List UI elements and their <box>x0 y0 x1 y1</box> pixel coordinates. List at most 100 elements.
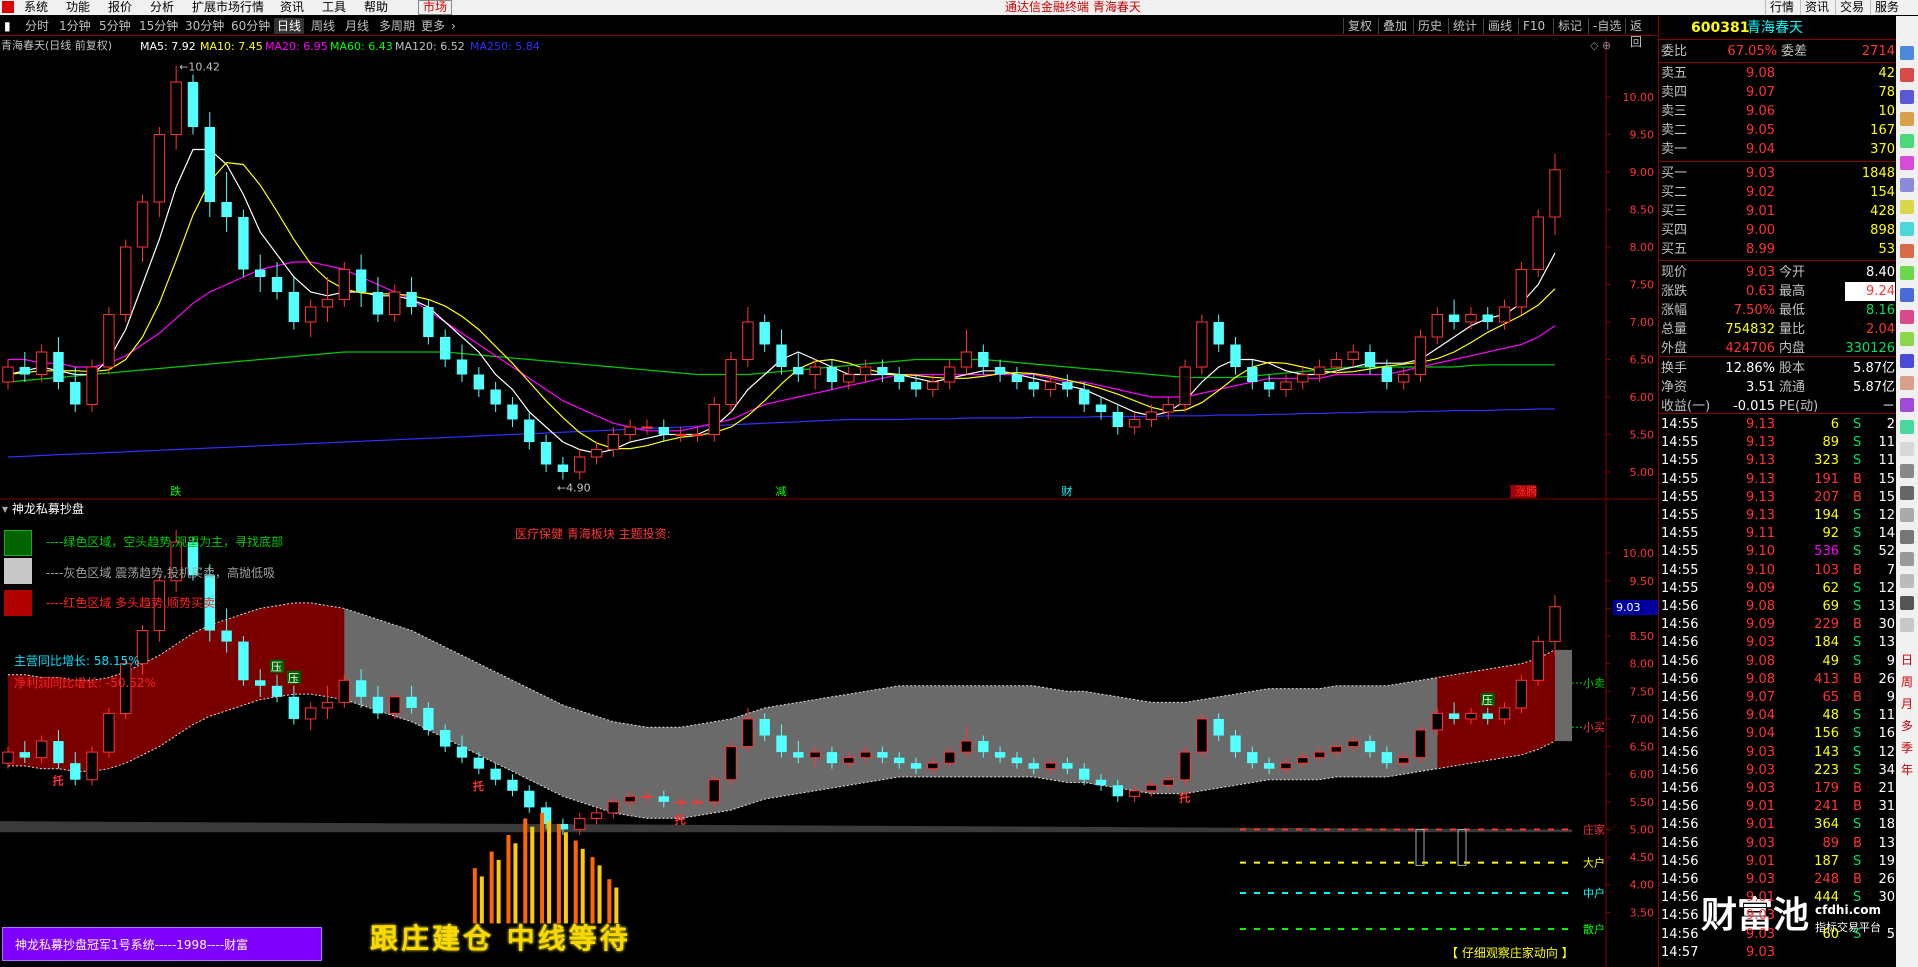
sidebar-stats-icon[interactable] <box>1900 178 1914 192</box>
menu-market[interactable]: 市场 <box>418 0 453 15</box>
tool-back[interactable]: 返回 <box>1625 18 1657 49</box>
indicator-candle <box>1196 713 1208 758</box>
period-more[interactable]: 更多 <box>418 18 448 34</box>
sell-level-row[interactable]: 卖一 9.04 370 <box>1659 140 1897 159</box>
candle <box>1062 374 1073 397</box>
menu-right-service[interactable]: 服务 <box>1870 0 1903 15</box>
stock-name[interactable]: 青海春天 <box>1747 20 1803 36</box>
menu-system[interactable]: 系统 <box>20 0 52 15</box>
tick-time: 14:55 <box>1661 417 1699 432</box>
sidebar-extra3-icon[interactable] <box>1900 530 1914 544</box>
sidebar-extra5-icon[interactable] <box>1900 574 1914 588</box>
sidebar-chart-icon[interactable] <box>1900 46 1914 60</box>
sidebar-alert-icon[interactable] <box>1900 244 1914 258</box>
sell-level-row[interactable]: 卖二 9.05 167 <box>1659 121 1897 140</box>
sidebar-help-icon[interactable] <box>1900 420 1914 434</box>
buy-level-row[interactable]: 买一 9.03 1848 <box>1659 164 1897 183</box>
tick-count: 18 <box>1878 817 1895 833</box>
sidebar-compare-icon[interactable] <box>1900 156 1914 170</box>
tool-history[interactable]: 历史 <box>1413 18 1446 34</box>
sidebar-refresh-icon[interactable] <box>1900 332 1914 346</box>
sidebar-extra2-icon[interactable] <box>1900 508 1914 522</box>
tool-draw[interactable]: 画线 <box>1483 18 1516 34</box>
sell-level-row[interactable]: 卖五 9.08 42 <box>1659 64 1897 83</box>
menu-right-quote[interactable]: 行情 <box>1765 0 1798 15</box>
period-15min[interactable]: 15分钟 <box>136 18 181 34</box>
sidebar-kline-icon[interactable] <box>1900 68 1914 82</box>
sidebar-extra-icon[interactable] <box>1900 486 1914 500</box>
menu-tools[interactable]: 工具 <box>318 0 350 15</box>
buy-level-row[interactable]: 买五 8.99 53 <box>1659 240 1897 259</box>
sidebar-day[interactable]: 日 <box>1900 653 1914 667</box>
tool-mark[interactable]: 标记 <box>1553 18 1586 34</box>
sidebar-news-icon[interactable] <box>1900 134 1914 148</box>
stat-label: 现价 <box>1661 265 1688 280</box>
chart-options-icon[interactable]: ◇ ⊕ <box>1590 40 1620 52</box>
tool-favorite[interactable]: -自选 <box>1588 18 1625 34</box>
menu-news[interactable]: 资讯 <box>276 0 308 15</box>
period-intraday[interactable]: 分时 <box>22 18 52 34</box>
sidebar-year[interactable]: 年 <box>1900 763 1914 777</box>
tick-count: 9 <box>1886 653 1895 669</box>
menu-ext-market[interactable]: 扩展市场行情 <box>188 0 268 15</box>
sidebar-season[interactable]: 季 <box>1900 741 1914 755</box>
tool-stats[interactable]: 统计 <box>1448 18 1481 34</box>
menu-analysis[interactable]: 分析 <box>146 0 178 15</box>
sidebar-multi[interactable]: 多 <box>1900 719 1914 733</box>
period-60min[interactable]: 60分钟 <box>228 18 273 34</box>
candle <box>826 359 838 390</box>
tool-restore-rights[interactable]: 复权 <box>1343 18 1376 34</box>
tick-time: 14:56 <box>1661 853 1699 869</box>
sidebar-extra7-icon[interactable] <box>1900 618 1914 632</box>
period-30min[interactable]: 30分钟 <box>182 18 227 34</box>
sidebar-pen-icon[interactable] <box>1900 376 1914 390</box>
sidebar-window-icon[interactable] <box>1900 442 1914 456</box>
buy-level-row[interactable]: 买二 9.02 154 <box>1659 183 1897 202</box>
sidebar-indicator-icon[interactable] <box>1900 222 1914 236</box>
period-5min[interactable]: 5分钟 <box>96 18 134 34</box>
period-tick-icon[interactable]: ▮ <box>1 18 14 34</box>
sidebar-month[interactable]: 月 <box>1900 697 1914 711</box>
tool-overlay[interactable]: 叠加 <box>1378 18 1411 34</box>
sidebar-move-icon[interactable] <box>1900 354 1914 368</box>
tick-side: S <box>1853 599 1862 614</box>
y-tick-label: 8.00 <box>1630 241 1655 254</box>
menu-function[interactable]: 功能 <box>62 0 94 15</box>
indicator-dropdown-icon[interactable]: ▾ <box>2 502 8 516</box>
sidebar-more-icon[interactable] <box>1900 464 1914 478</box>
sidebar-week[interactable]: 周 <box>1900 675 1914 689</box>
sidebar-export-icon[interactable] <box>1900 310 1914 324</box>
dealer-label: 庄家 <box>1583 822 1605 836</box>
sidebar-tick-icon[interactable] <box>1900 90 1914 104</box>
period-daily[interactable]: 日线 <box>274 18 305 34</box>
tool-f10[interactable]: F10 <box>1518 18 1549 34</box>
sidebar-settings-icon[interactable] <box>1900 398 1914 412</box>
kline-chart[interactable]: 10.00 9.50 9.00 8.50 8.00 7.50 7.00 6.50 6.00 5.5… <box>0 37 1657 500</box>
period-monthly[interactable]: 月线 <box>342 18 372 34</box>
period-multi[interactable]: 多周期 <box>376 18 418 34</box>
period-more-arrow-icon[interactable]: › <box>448 18 459 34</box>
sidebar-f10-icon[interactable] <box>1900 112 1914 126</box>
menu-right-trade[interactable]: 交易 <box>1835 0 1868 15</box>
buy-level-row[interactable]: 买三 9.01 428 <box>1659 202 1897 221</box>
tick-price: 9.03 <box>1746 762 1775 778</box>
menu-help[interactable]: 帮助 <box>360 0 392 15</box>
tick-volume: 194 <box>1814 508 1839 523</box>
sidebar-layout-icon[interactable] <box>1900 288 1914 302</box>
candle <box>1431 307 1444 345</box>
buy-level-row[interactable]: 买四 9.00 898 <box>1659 221 1897 240</box>
sidebar-extra6-icon[interactable] <box>1900 596 1914 610</box>
menu-quote[interactable]: 报价 <box>104 0 136 15</box>
tick-price: 9.03 <box>1746 926 1775 942</box>
sell-level-row[interactable]: 卖四 9.07 78 <box>1659 83 1897 102</box>
stock-code[interactable]: 600381 <box>1691 20 1749 36</box>
sidebar-zoom-icon[interactable] <box>1900 266 1914 280</box>
menu-right-news[interactable]: 资讯 <box>1800 0 1833 15</box>
sidebar-draw-icon[interactable] <box>1900 200 1914 214</box>
fundamental-value: -0.015 <box>1733 399 1775 414</box>
sidebar-extra4-icon[interactable] <box>1900 552 1914 566</box>
period-1min[interactable]: 1分钟 <box>56 18 94 34</box>
sell-level-row[interactable]: 卖三 9.06 10 <box>1659 102 1897 121</box>
candle <box>473 367 485 397</box>
period-weekly[interactable]: 周线 <box>308 18 338 34</box>
